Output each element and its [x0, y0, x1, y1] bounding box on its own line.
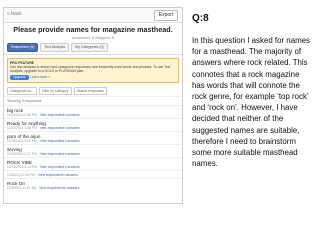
- response-date: 12/8/2014 11:01 AM: [7, 185, 37, 190]
- view-answers-link[interactable]: View respondent's answers: [40, 139, 80, 143]
- list-item: Ready for Anything 12/13/2014 2:36 PM Vie…: [4, 117, 182, 131]
- response-tabs: Responses (9) Text Analysis My Categorie…: [4, 40, 182, 55]
- showing-count: Showing 9 responses: [7, 98, 42, 103]
- view-answers-link[interactable]: View respondent's answers: [40, 152, 80, 156]
- survey-results-screenshot: « back Export Please provide names for m…: [3, 7, 183, 204]
- response-meta: 12/13/2014 2:17 PM View respondent's answ…: [7, 152, 179, 156]
- response-date: 12/13/2014 2:38 PM: [7, 112, 37, 117]
- response-meta: 12/13/2014 2:14 PM View respondent's answ…: [7, 165, 179, 169]
- response-meta: 12/8/2014 2:16 PM View respondent's answe…: [7, 173, 179, 177]
- response-date: 12/13/2014 2:01 PM: [7, 138, 37, 143]
- filter-by-category-dropdown[interactable]: Filter by Category: [38, 86, 72, 95]
- response-date: 12/8/2014 2:16 PM: [7, 172, 35, 177]
- upgrade-button[interactable]: Upgrade: [10, 74, 30, 80]
- tab-my-categories[interactable]: My Categories (0): [71, 43, 108, 52]
- search-responses-input[interactable]: Search responses: [73, 86, 107, 95]
- list-item: serving 12/13/2014 2:17 PM View responden…: [4, 143, 182, 157]
- response-meta: 12/8/2014 11:01 AM View respondent's answ…: [7, 186, 179, 190]
- view-answers-link[interactable]: View respondent's answers: [40, 165, 80, 169]
- list-item: 12/8/2014 2:16 PM View respondent's answe…: [4, 169, 182, 178]
- categorize-dropdown[interactable]: Categorize as...: [7, 86, 37, 95]
- response-meta: 12/13/2014 2:36 PM View respondent's answ…: [7, 126, 179, 130]
- tab-responses[interactable]: Responses (9): [7, 43, 39, 52]
- question-title: Please provide names for magazine masthe…: [13, 25, 173, 34]
- slide-heading: Q:8: [192, 13, 209, 24]
- learn-more-link[interactable]: Learn more »: [30, 75, 50, 79]
- response-date: 12/13/2014 2:17 PM: [7, 151, 37, 156]
- export-button[interactable]: Export: [154, 10, 178, 21]
- response-meta: 12/13/2014 2:01 PM View respondent's answ…: [7, 139, 179, 143]
- list-item: big rock 12/13/2014 2:38 PM View responde…: [4, 104, 182, 118]
- list-item: ROCK VIBE 12/13/2014 2:14 PM View respond…: [4, 156, 182, 170]
- filter-row: Categorize as... Filter by Category Sear…: [4, 86, 182, 97]
- results-toolbar: « back Export: [4, 8, 182, 23]
- tab-text-analysis[interactable]: Text Analysis: [40, 43, 70, 52]
- slide-paragraph: In this question I asked for names for a…: [192, 36, 310, 169]
- view-answers-link[interactable]: View respondent's answers: [39, 186, 79, 190]
- list-item: Rock On 12/8/2014 11:01 AM View responden…: [4, 177, 182, 191]
- pro-feature-banner: PRO FEATURE Use text analysis to search …: [7, 58, 179, 83]
- view-answers-link[interactable]: View respondent's answers: [40, 126, 80, 130]
- response-meta: 12/13/2014 2:38 PM View respondent's answ…: [7, 113, 179, 117]
- response-date: 12/13/2014 2:36 PM: [7, 125, 37, 130]
- response-date: 12/13/2014 2:14 PM: [7, 164, 37, 169]
- back-link[interactable]: « back: [7, 11, 22, 17]
- view-answers-link[interactable]: View respondent's answers: [38, 173, 78, 177]
- promo-body: Use text analysis to search and categori…: [10, 65, 171, 74]
- view-answers-link[interactable]: View respondent's answers: [40, 113, 80, 117]
- list-item: porn of the arjun 12/13/2014 2:01 PM View…: [4, 130, 182, 144]
